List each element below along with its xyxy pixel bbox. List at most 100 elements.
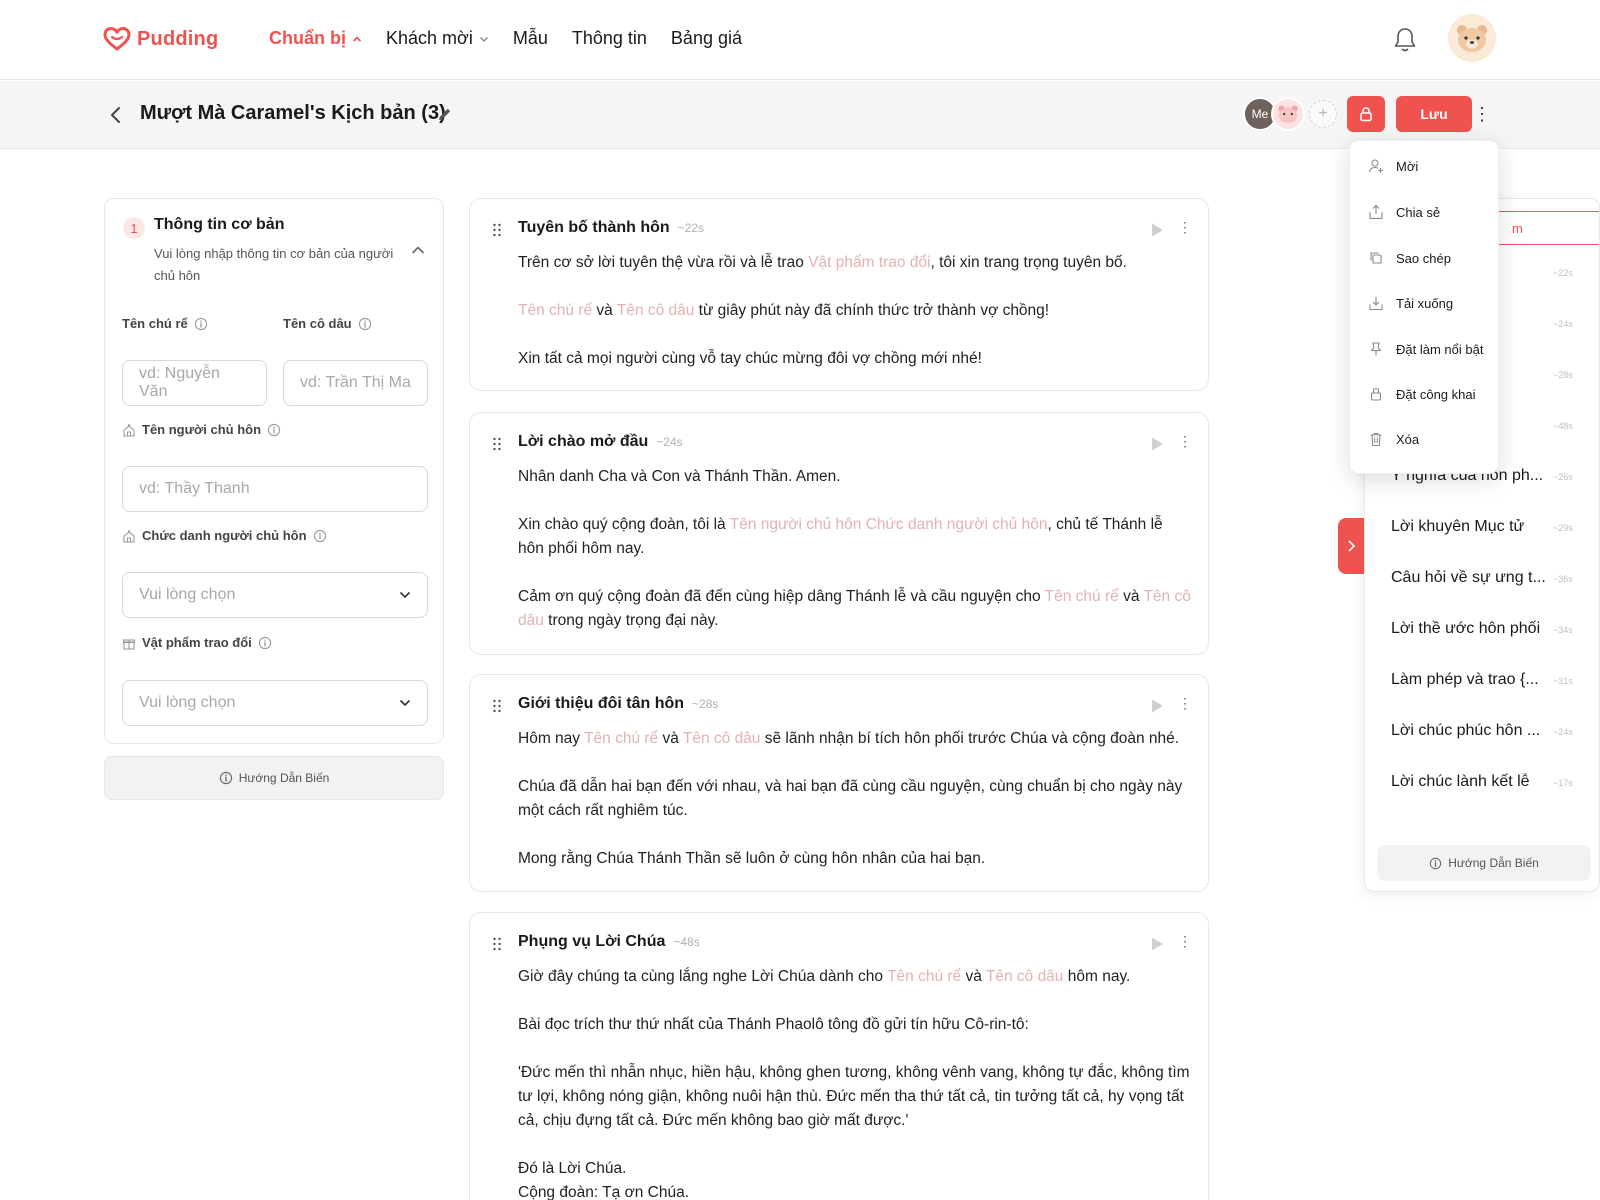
nav-item-guests[interactable]: Khách mời — [386, 28, 489, 49]
info-icon[interactable] — [194, 317, 208, 331]
church-icon — [123, 529, 135, 543]
play-icon[interactable] — [1150, 936, 1164, 952]
outline-item[interactable]: Câu hỏi về sự ưng t... ~36s — [1391, 569, 1599, 587]
drag-handle-icon[interactable] — [492, 937, 502, 951]
block-paragraph: Mong rằng Chúa Thánh Thần sẽ luôn ở cùng… — [518, 847, 1192, 871]
outline-item-name: Lời chúc phúc hôn ... — [1391, 722, 1541, 739]
block-paragraph: Bài đọc trích thư thứ nhất của Thánh Pha… — [518, 1013, 1192, 1037]
play-icon[interactable] — [1150, 436, 1164, 452]
chevron-right-icon — [1348, 540, 1356, 552]
menu-item-highlight[interactable]: Đặt làm nổi bật — [1368, 337, 1483, 361]
guide-label: Hướng Dẫn Biến — [1448, 856, 1539, 870]
block-paragraph: Xin tất cả mọi người cùng vỗ tay chúc mừ… — [518, 347, 1192, 371]
block-paragraph: Nhân danh Cha và Con và Thánh Thần. Amen… — [518, 465, 1192, 489]
block-body[interactable]: Trên cơ sở lời tuyên thệ vừa rồi và lễ t… — [518, 251, 1192, 395]
chevron-up-icon — [352, 35, 362, 42]
menu-item-copy[interactable]: Sao chép — [1368, 246, 1451, 270]
pencil-icon[interactable] — [437, 106, 453, 122]
heart-logo-icon — [103, 26, 131, 51]
info-icon — [219, 771, 232, 785]
play-icon[interactable] — [1150, 222, 1164, 238]
variable-placeholder[interactable]: Tên chú rể — [584, 730, 658, 747]
save-button[interactable]: Lưu — [1396, 96, 1472, 132]
variable-placeholder[interactable]: Tên người chủ hôn Chức danh người chủ hô… — [730, 516, 1048, 533]
add-collaborator-button[interactable]: + — [1309, 100, 1337, 128]
collaborator-bear-avatar[interactable] — [1271, 97, 1305, 131]
info-icon[interactable] — [258, 636, 272, 650]
lock-icon — [1360, 107, 1372, 122]
user-avatar[interactable] — [1448, 14, 1496, 62]
menu-item-download[interactable]: Tải xuống — [1368, 291, 1453, 315]
download-icon — [1369, 296, 1383, 311]
outline-item-duration: ~24s — [1553, 727, 1573, 737]
block-more-button[interactable]: ⋮ — [1178, 219, 1192, 236]
exchange-item-select[interactable]: Vui lòng chọn — [122, 680, 428, 726]
back-arrow-icon[interactable] — [108, 105, 124, 125]
block-body[interactable]: Hôm nay Tên chú rể và Tên cô dâu sẽ lãnh… — [518, 727, 1192, 895]
menu-item-invite[interactable]: Mời — [1368, 154, 1418, 178]
nav-item-info[interactable]: Thông tin — [572, 28, 647, 49]
brand-name: Pudding — [137, 27, 219, 50]
menu-item-share[interactable]: Chia sẻ — [1368, 200, 1440, 224]
outline-item-duration: ~36s — [1553, 574, 1573, 584]
info-icon[interactable] — [267, 423, 281, 437]
trash-icon — [1370, 432, 1382, 447]
groom-name-input[interactable]: vd: Nguyễn Văn — [122, 360, 267, 406]
variable-placeholder[interactable]: Tên chú rể — [887, 968, 961, 985]
play-icon[interactable] — [1150, 698, 1164, 714]
outline-toggle-tab[interactable] — [1338, 518, 1364, 574]
variable-placeholder[interactable]: Tên chú rể — [1045, 588, 1119, 605]
variable-guide-button[interactable]: Hướng Dẫn Biến — [1377, 845, 1591, 881]
menu-item-delete[interactable]: Xóa — [1368, 427, 1419, 451]
block-body[interactable]: Giờ đây chúng ta cùng lắng nghe Lời Chúa… — [518, 965, 1192, 1200]
info-icon[interactable] — [313, 529, 327, 543]
block-more-button[interactable]: ⋮ — [1178, 933, 1192, 950]
script-text: Cộng đoàn: Tạ ơn Chúa. — [518, 1184, 690, 1200]
nav-item-pricing[interactable]: Bảng giá — [671, 28, 742, 49]
copy-icon — [1370, 252, 1382, 264]
outline-item-name: Lời chúc lành kết lễ — [1391, 773, 1530, 790]
officiant-title-select[interactable]: Vui lòng chọn — [122, 572, 428, 618]
info-icon[interactable] — [358, 317, 372, 331]
nav-item-templates[interactable]: Mẫu — [513, 28, 548, 49]
church-icon — [123, 423, 135, 437]
drag-handle-icon[interactable] — [492, 437, 502, 451]
outline-item[interactable]: Lời chúc lành kết lễ ~17s — [1391, 773, 1599, 791]
brand-logo[interactable]: Pudding — [103, 26, 218, 52]
block-body[interactable]: Nhân danh Cha và Con và Thánh Thần. Amen… — [518, 465, 1192, 657]
step-number-badge: 1 — [123, 217, 145, 239]
variable-placeholder[interactable]: Tên cô dâu — [683, 730, 761, 747]
nav-item-prepare[interactable]: Chuẩn bị — [269, 28, 362, 49]
outline-item[interactable]: Làm phép và trao {... ~31s — [1391, 671, 1599, 689]
select-value: Vui lòng chọn — [139, 694, 236, 711]
block-paragraph: Trên cơ sở lời tuyên thệ vừa rồi và lễ t… — [518, 251, 1192, 275]
variable-guide-button[interactable]: Hướng Dẫn Biến — [104, 756, 444, 800]
bride-name-input[interactable]: vd: Trần Thị Ma — [283, 360, 428, 406]
drag-handle-icon[interactable] — [492, 699, 502, 713]
chevron-down-icon — [399, 591, 411, 599]
bell-icon[interactable] — [1392, 26, 1418, 54]
variable-placeholder[interactable]: Tên chú rể — [518, 302, 592, 319]
officiant-name-input[interactable]: vd: Thầy Thanh — [122, 466, 428, 512]
variable-placeholder[interactable]: Tên cô dâu — [617, 302, 695, 319]
block-more-button[interactable]: ⋮ — [1178, 433, 1192, 450]
variable-placeholder[interactable]: Vật phẩm trao đổi — [808, 254, 930, 271]
block-duration: ~28s — [692, 697, 719, 711]
drag-handle-icon[interactable] — [492, 223, 502, 237]
script-text: Cảm ơn quý cộng đoàn đã đến cùng hiệp dâ… — [518, 588, 1045, 605]
field-label-text: Tên cô dâu — [283, 316, 352, 331]
outline-item[interactable]: Lời khuyên Mục tử ~29s — [1391, 518, 1599, 536]
outline-item[interactable]: Lời thề ước hôn phối ~34s — [1391, 620, 1599, 638]
more-options-button[interactable]: ⋮ — [1472, 101, 1492, 127]
outline-item[interactable]: Lời chúc phúc hôn ... ~24s — [1391, 722, 1599, 740]
variable-placeholder[interactable]: Tên cô dâu — [986, 968, 1064, 985]
lock-button[interactable] — [1347, 96, 1385, 132]
chevron-up-icon[interactable] — [411, 245, 425, 255]
block-more-button[interactable]: ⋮ — [1178, 695, 1192, 712]
menu-item-make-public[interactable]: Đặt công khai — [1368, 382, 1476, 406]
block-paragraph: Đó là Lời Chúa. Cộng đoàn: Tạ ơn Chúa. — [518, 1157, 1192, 1200]
basic-info-title: Thông tin cơ bản — [154, 216, 285, 233]
block-title-text: Giới thiệu đôi tân hôn — [518, 695, 685, 712]
script-text: , tôi xin trang trọng tuyên bố. — [930, 254, 1127, 271]
nav-item-label: Khách mời — [386, 28, 473, 48]
